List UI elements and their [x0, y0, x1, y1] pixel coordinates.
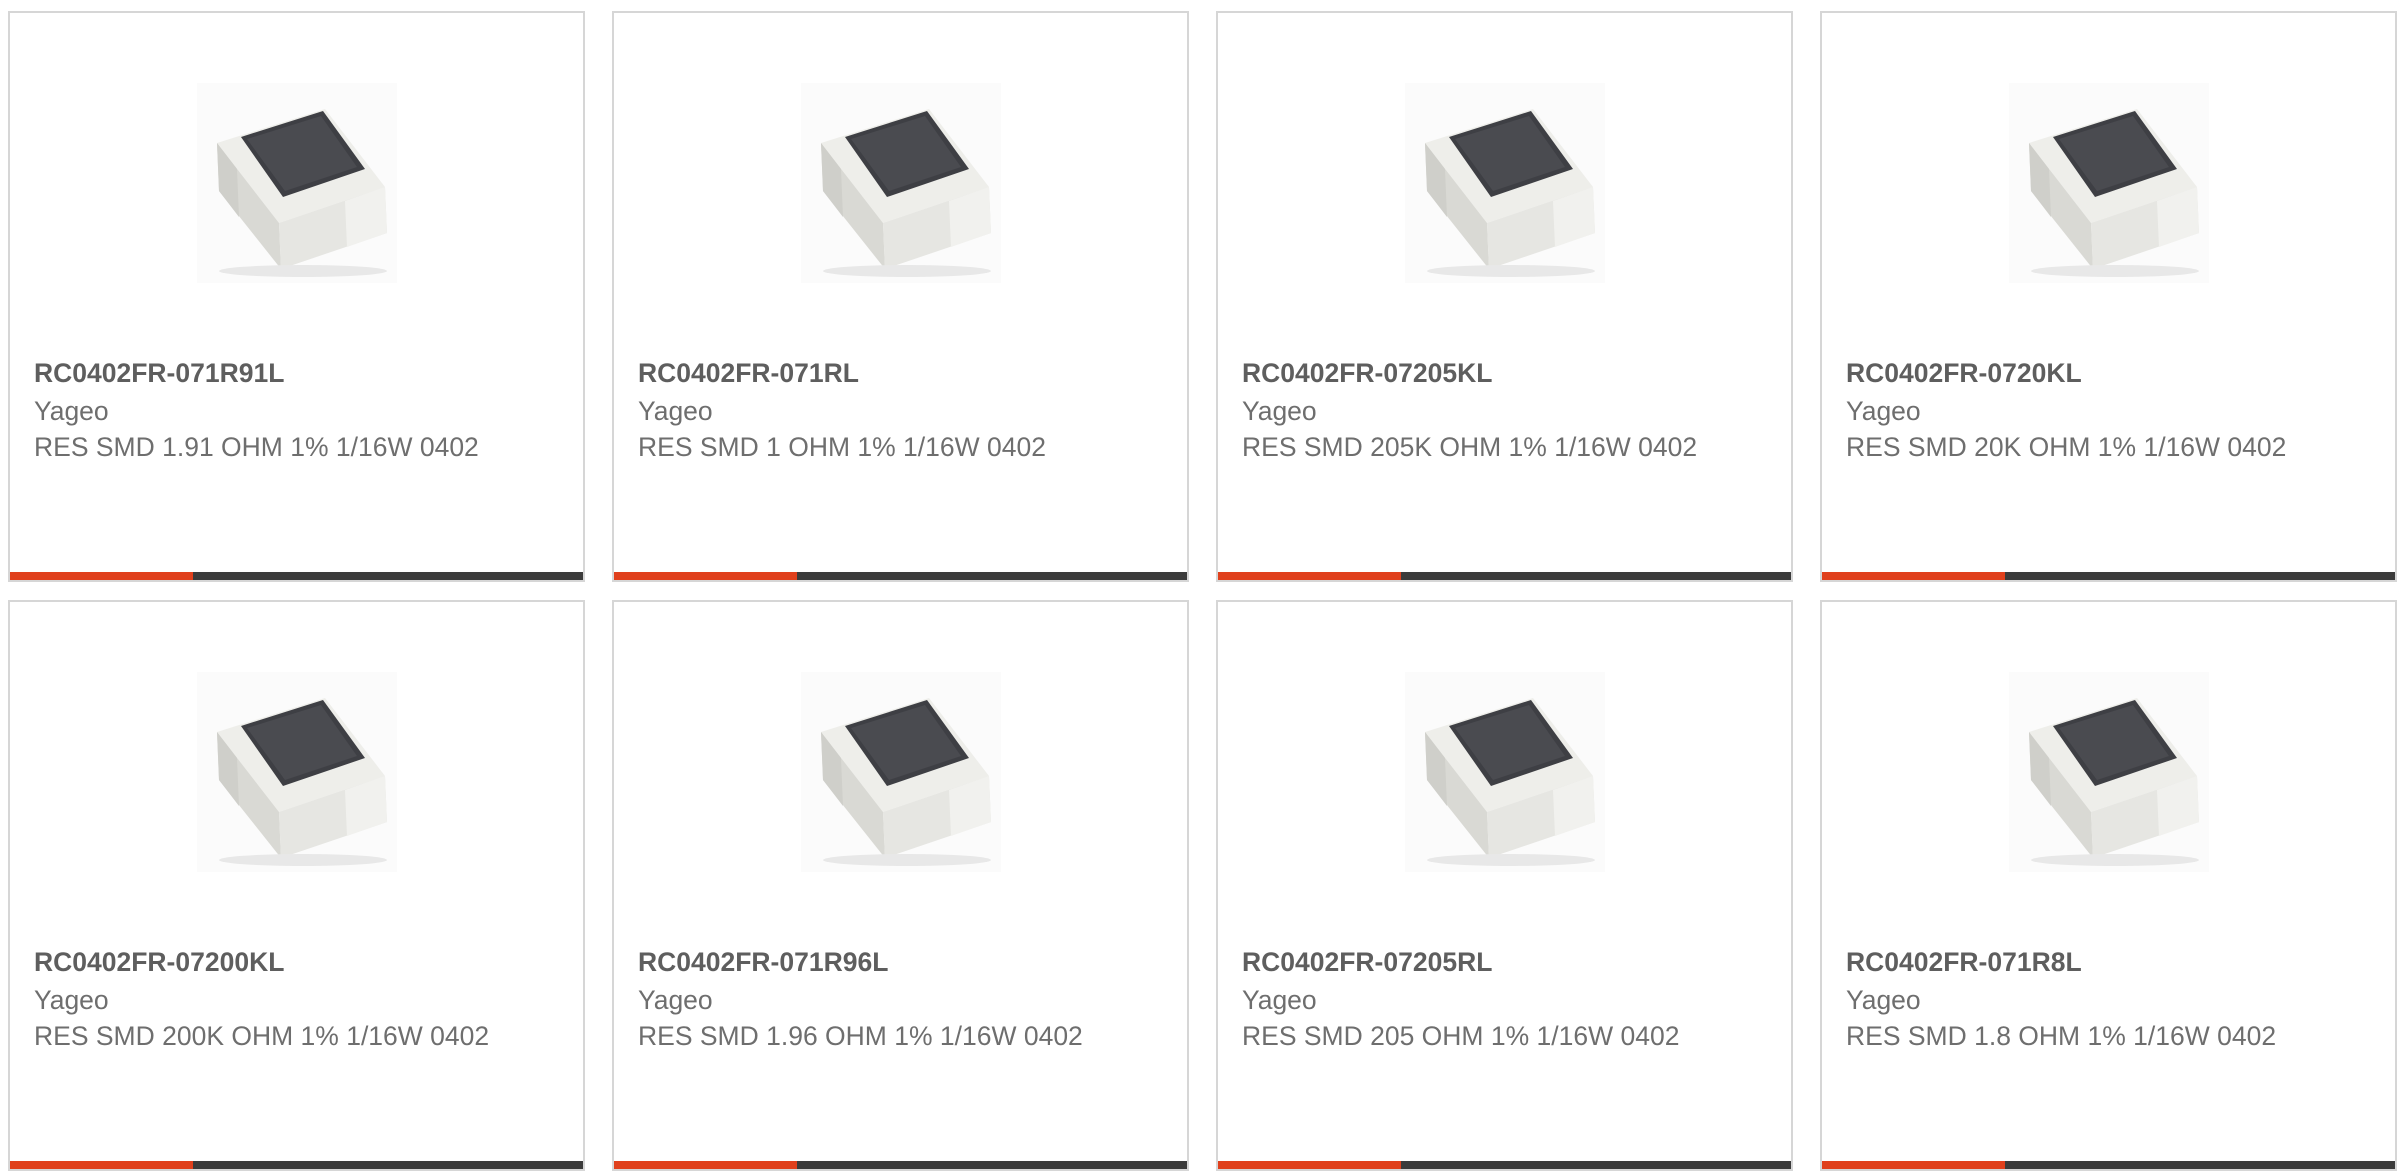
product-info: RC0402FR-071R8L Yageo RES SMD 1.8 OHM 1%…: [1846, 944, 2316, 1054]
manufacturer: Yageo: [638, 985, 713, 1015]
manufacturer: Yageo: [34, 396, 109, 426]
part-number[interactable]: RC0402FR-071RL: [638, 355, 1108, 391]
product-info: RC0402FR-071RL Yageo RES SMD 1 OHM 1% 1/…: [638, 355, 1108, 465]
card-accent-bar: [10, 572, 193, 580]
product-card[interactable]: RC0402FR-0720KL Yageo RES SMD 20K OHM 1%…: [1820, 11, 2397, 582]
product-card[interactable]: RC0402FR-07205KL Yageo RES SMD 205K OHM …: [1216, 11, 1793, 582]
resistor-chip-image[interactable]: [2009, 672, 2209, 872]
card-bottom-bar: [10, 1161, 583, 1169]
description: RES SMD 20K OHM 1% 1/16W 0402: [1846, 432, 2287, 462]
description: RES SMD 200K OHM 1% 1/16W 0402: [34, 1021, 490, 1051]
description: RES SMD 205 OHM 1% 1/16W 0402: [1242, 1021, 1680, 1051]
description: RES SMD 1.91 OHM 1% 1/16W 0402: [34, 432, 479, 462]
card-accent-bar: [1218, 572, 1401, 580]
resistor-chip-image[interactable]: [197, 672, 397, 872]
product-info: RC0402FR-071R91L Yageo RES SMD 1.91 OHM …: [34, 355, 504, 465]
product-info: RC0402FR-0720KL Yageo RES SMD 20K OHM 1%…: [1846, 355, 2316, 465]
product-info: RC0402FR-071R96L Yageo RES SMD 1.96 OHM …: [638, 944, 1108, 1054]
part-number[interactable]: RC0402FR-071R8L: [1846, 944, 2316, 980]
product-card[interactable]: RC0402FR-07200KL Yageo RES SMD 200K OHM …: [8, 600, 585, 1171]
card-accent-bar: [1822, 572, 2005, 580]
part-number[interactable]: RC0402FR-0720KL: [1846, 355, 2316, 391]
resistor-chip-image[interactable]: [1405, 672, 1605, 872]
description: RES SMD 1.96 OHM 1% 1/16W 0402: [638, 1021, 1083, 1051]
product-card[interactable]: RC0402FR-07205RL Yageo RES SMD 205 OHM 1…: [1216, 600, 1793, 1171]
card-accent-bar: [1822, 1161, 2005, 1169]
part-number[interactable]: RC0402FR-071R96L: [638, 944, 1108, 980]
resistor-chip-image[interactable]: [197, 83, 397, 283]
description: RES SMD 205K OHM 1% 1/16W 0402: [1242, 432, 1698, 462]
product-card[interactable]: RC0402FR-071R96L Yageo RES SMD 1.96 OHM …: [612, 600, 1189, 1171]
part-number[interactable]: RC0402FR-07205KL: [1242, 355, 1712, 391]
product-info: RC0402FR-07205RL Yageo RES SMD 205 OHM 1…: [1242, 944, 1712, 1054]
description: RES SMD 1 OHM 1% 1/16W 0402: [638, 432, 1046, 462]
resistor-chip-image[interactable]: [1405, 83, 1605, 283]
card-bottom-bar: [1218, 1161, 1791, 1169]
card-accent-bar: [614, 1161, 797, 1169]
resistor-chip-image[interactable]: [801, 83, 1001, 283]
product-info: RC0402FR-07200KL Yageo RES SMD 200K OHM …: [34, 944, 504, 1054]
card-bottom-bar: [1822, 572, 2395, 580]
product-info: RC0402FR-07205KL Yageo RES SMD 205K OHM …: [1242, 355, 1712, 465]
manufacturer: Yageo: [638, 396, 713, 426]
manufacturer: Yageo: [1846, 396, 1921, 426]
card-bottom-bar: [1822, 1161, 2395, 1169]
product-card[interactable]: RC0402FR-071RL Yageo RES SMD 1 OHM 1% 1/…: [612, 11, 1189, 582]
product-grid: RC0402FR-071R91L Yageo RES SMD 1.91 OHM …: [0, 0, 2400, 1171]
card-accent-bar: [1218, 1161, 1401, 1169]
card-accent-bar: [10, 1161, 193, 1169]
description: RES SMD 1.8 OHM 1% 1/16W 0402: [1846, 1021, 2277, 1051]
part-number[interactable]: RC0402FR-071R91L: [34, 355, 504, 391]
resistor-chip-image[interactable]: [2009, 83, 2209, 283]
card-bottom-bar: [614, 572, 1187, 580]
card-bottom-bar: [10, 572, 583, 580]
part-number[interactable]: RC0402FR-07205RL: [1242, 944, 1712, 980]
card-accent-bar: [614, 572, 797, 580]
card-bottom-bar: [1218, 572, 1791, 580]
product-card[interactable]: RC0402FR-071R8L Yageo RES SMD 1.8 OHM 1%…: [1820, 600, 2397, 1171]
manufacturer: Yageo: [1242, 985, 1317, 1015]
part-number[interactable]: RC0402FR-07200KL: [34, 944, 504, 980]
card-bottom-bar: [614, 1161, 1187, 1169]
manufacturer: Yageo: [1846, 985, 1921, 1015]
manufacturer: Yageo: [34, 985, 109, 1015]
manufacturer: Yageo: [1242, 396, 1317, 426]
product-card[interactable]: RC0402FR-071R91L Yageo RES SMD 1.91 OHM …: [8, 11, 585, 582]
resistor-chip-image[interactable]: [801, 672, 1001, 872]
